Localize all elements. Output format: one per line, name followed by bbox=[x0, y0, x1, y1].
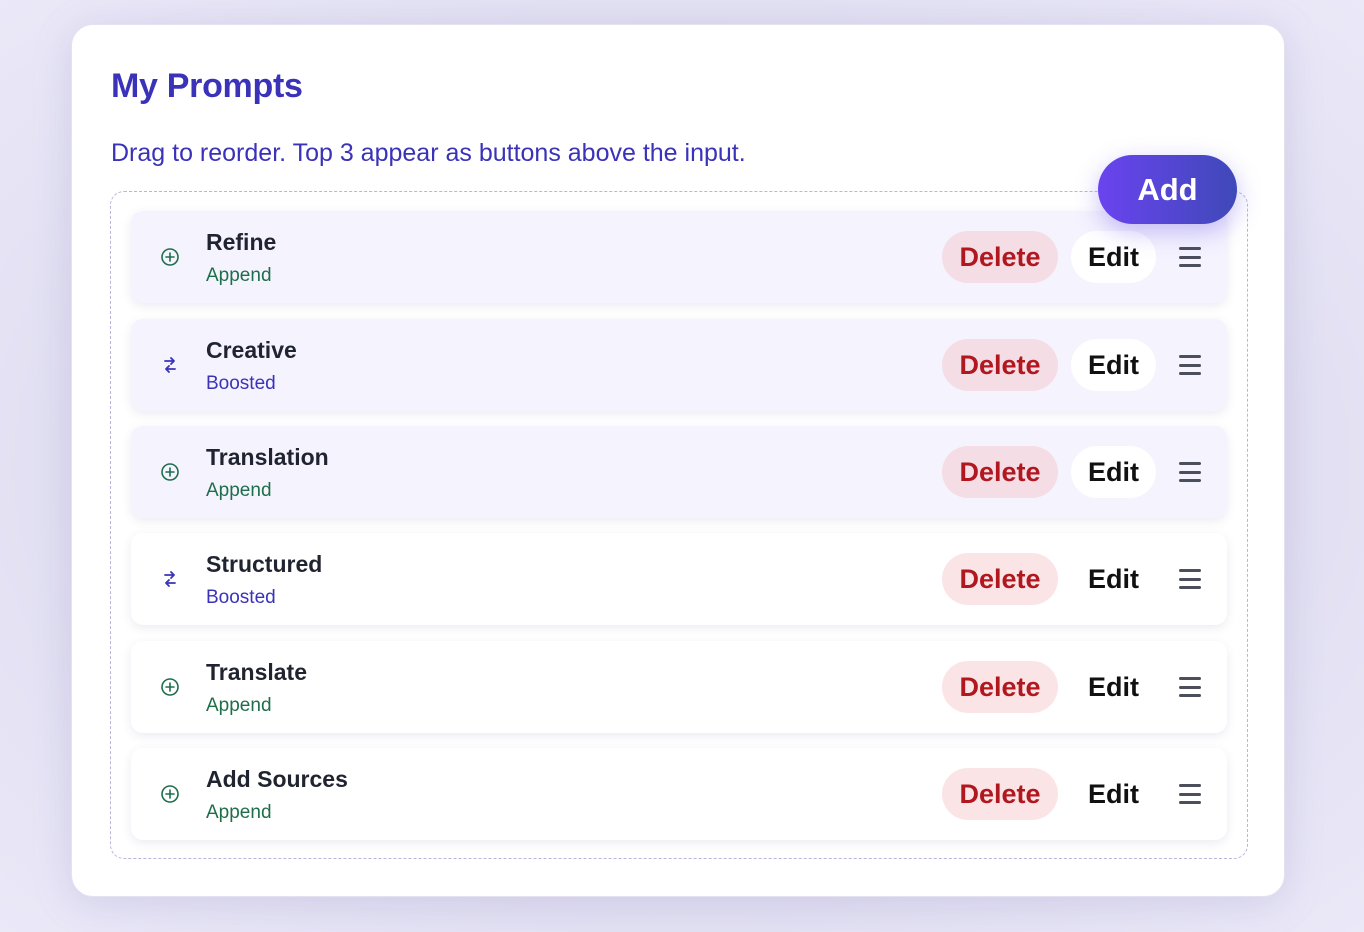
prompt-name: Translate bbox=[206, 659, 307, 685]
prompt-type: Boosted bbox=[206, 587, 276, 608]
page-title: My Prompts bbox=[111, 67, 303, 105]
edit-button[interactable]: Edit bbox=[1071, 339, 1156, 391]
prompt-type: Append bbox=[206, 802, 272, 823]
prompt-name: Refine bbox=[206, 229, 277, 255]
prompt-row-translation[interactable]: Translation Append Delete Edit bbox=[131, 426, 1227, 518]
prompt-type: Append bbox=[206, 695, 272, 716]
plus-circle-icon bbox=[159, 246, 181, 268]
edit-button[interactable]: Edit bbox=[1071, 231, 1156, 283]
prompt-row-structured[interactable]: Structured Boosted Delete Edit bbox=[131, 533, 1227, 625]
prompt-type: Append bbox=[206, 480, 272, 501]
prompt-type: Boosted bbox=[206, 373, 276, 394]
prompt-name: Structured bbox=[206, 551, 323, 577]
prompt-name: Add Sources bbox=[206, 766, 348, 792]
prompt-row-refine[interactable]: Refine Append Delete Edit bbox=[131, 211, 1227, 303]
delete-button[interactable]: Delete bbox=[942, 553, 1058, 605]
plus-circle-icon bbox=[159, 461, 181, 483]
swap-arrows-icon bbox=[159, 354, 181, 376]
edit-button[interactable]: Edit bbox=[1071, 661, 1156, 713]
drag-handle-icon[interactable] bbox=[1179, 569, 1201, 589]
delete-button[interactable]: Delete bbox=[942, 661, 1058, 713]
edit-button[interactable]: Edit bbox=[1071, 553, 1156, 605]
prompt-row-add-sources[interactable]: Add Sources Append Delete Edit bbox=[131, 748, 1227, 840]
delete-button[interactable]: Delete bbox=[942, 446, 1058, 498]
plus-circle-icon bbox=[159, 676, 181, 698]
edit-button[interactable]: Edit bbox=[1071, 768, 1156, 820]
page-subtitle: Drag to reorder. Top 3 appear as buttons… bbox=[111, 139, 746, 167]
drag-handle-icon[interactable] bbox=[1179, 462, 1201, 482]
prompt-type: Append bbox=[206, 265, 272, 286]
plus-circle-icon bbox=[159, 783, 181, 805]
drag-handle-icon[interactable] bbox=[1179, 677, 1201, 697]
drag-handle-icon[interactable] bbox=[1179, 247, 1201, 267]
prompt-row-translate[interactable]: Translate Append Delete Edit bbox=[131, 641, 1227, 733]
prompt-name: Creative bbox=[206, 337, 297, 363]
prompt-list: Refine Append Delete Edit Creative Boost… bbox=[110, 191, 1248, 859]
delete-button[interactable]: Delete bbox=[942, 231, 1058, 283]
add-prompt-button[interactable]: Add bbox=[1098, 155, 1237, 224]
delete-button[interactable]: Delete bbox=[942, 339, 1058, 391]
prompts-panel: My Prompts Drag to reorder. Top 3 appear… bbox=[71, 24, 1285, 897]
drag-handle-icon[interactable] bbox=[1179, 355, 1201, 375]
drag-handle-icon[interactable] bbox=[1179, 784, 1201, 804]
prompt-name: Translation bbox=[206, 444, 329, 470]
prompt-row-creative[interactable]: Creative Boosted Delete Edit bbox=[131, 319, 1227, 411]
delete-button[interactable]: Delete bbox=[942, 768, 1058, 820]
edit-button[interactable]: Edit bbox=[1071, 446, 1156, 498]
swap-arrows-icon bbox=[159, 568, 181, 590]
